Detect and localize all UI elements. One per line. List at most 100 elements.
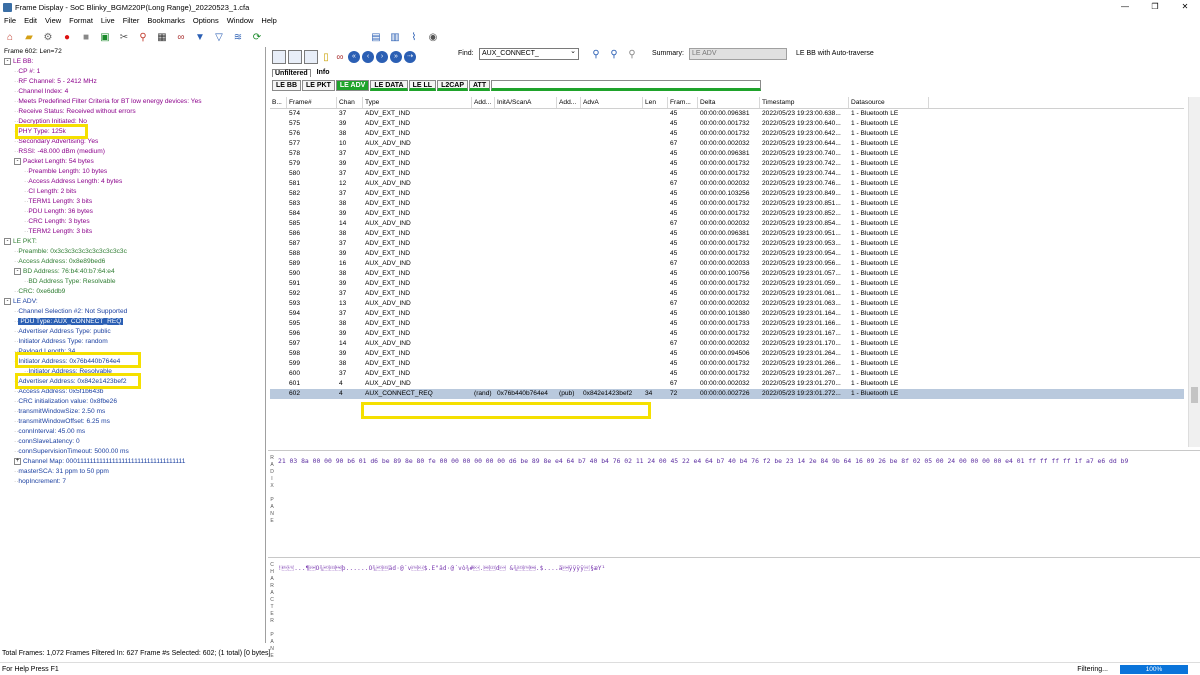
table-icon[interactable]: ▦ <box>154 29 170 45</box>
pane-layout-2-icon[interactable] <box>288 50 302 64</box>
table-row[interactable]: 588 39 ADV_EXT_IND 45 00:00:00.001732 2022/05… <box>270 249 1184 259</box>
tree-node[interactable]: ··Channel Selection #2: Not Supported <box>2 307 263 317</box>
menu-live[interactable]: Live <box>101 16 115 25</box>
tree-node[interactable]: ··PDU Length: 36 bytes <box>2 207 263 217</box>
book-icon[interactable]: ▤ <box>368 29 384 45</box>
tree-node[interactable]: ··Channel Index: 4 <box>2 87 263 97</box>
column-header[interactable]: B... <box>270 97 287 108</box>
lock-icon[interactable]: ▯ <box>320 49 332 65</box>
tab-le-pkt[interactable]: LE PKT <box>302 80 335 91</box>
tree-node[interactable]: ··connInterval: 45.00 ms <box>2 427 263 437</box>
tab-info[interactable]: Info <box>317 69 330 77</box>
table-row[interactable]: 585 14 AUX_ADV_IND 67 00:00:00.002032 2022/05… <box>270 219 1184 229</box>
tab-le-adv[interactable]: LE ADV <box>335 80 370 91</box>
tree-node[interactable]: ··CRC Length: 3 bytes <box>2 217 263 227</box>
home-icon[interactable]: ⌂ <box>2 29 18 45</box>
menu-edit[interactable]: Edit <box>24 16 37 25</box>
tree-node[interactable]: ··RF Channel: 5 - 2412 MHz <box>2 77 263 87</box>
tree-node[interactable]: ··CRC: 0xe6ddb9 <box>2 287 263 297</box>
stop-icon[interactable]: ■ <box>78 29 94 45</box>
menu-options[interactable]: Options <box>193 16 219 25</box>
settings-icon[interactable]: ⚙ <box>40 29 56 45</box>
first-frame-icon[interactable]: « <box>348 51 360 63</box>
table-row[interactable]: 578 37 ADV_EXT_IND 45 00:00:00.096381 2022/05… <box>270 149 1184 159</box>
tree-node[interactable]: ··hopIncrement: 7 <box>2 477 263 487</box>
table-row[interactable]: 600 37 ADV_EXT_IND 45 00:00:00.001732 2022/05… <box>270 369 1184 379</box>
frame-table[interactable]: B... Frame# Chan Type Add... InitA/ScanA Add..… <box>270 97 1184 447</box>
column-header[interactable]: Chan <box>337 97 363 108</box>
column-header[interactable]: AdvA <box>581 97 643 108</box>
table-row[interactable]: 594 37 ADV_EXT_IND 45 00:00:00.101380 2022/05… <box>270 309 1184 319</box>
table-row[interactable]: 575 39 ADV_EXT_IND 45 00:00:00.001732 2022/05… <box>270 119 1184 129</box>
tree-node[interactable]: ··connSupervisionTimeout: 5000.00 ms <box>2 447 263 457</box>
column-header[interactable]: Add... <box>472 97 495 108</box>
tree-node[interactable]: ··transmitWindowOffset: 6.25 ms <box>2 417 263 427</box>
tab-le-bb[interactable]: LE BB <box>272 80 301 91</box>
table-row[interactable]: 592 37 ADV_EXT_IND 45 00:00:00.001732 2022/05… <box>270 289 1184 299</box>
line-chart-icon[interactable]: ⌇ <box>406 29 422 45</box>
pane-divider-2[interactable] <box>268 557 1200 558</box>
summary-dropdown[interactable]: LE ADV <box>689 48 787 60</box>
table-row[interactable]: 577 10 AUX_ADV_IND 67 00:00:00.002032 2022/05… <box>270 139 1184 149</box>
tree-node[interactable]: ··Meets Predefined Filter Criteria for B… <box>2 97 263 107</box>
tree-node[interactable]: + Channel Map: 00011111111111111111111111… <box>2 457 263 467</box>
table-row[interactable]: 589 16 AUX_ADV_IND 67 00:00:00.002033 2022/05… <box>270 259 1184 269</box>
binoculars-icon[interactable]: ∞ <box>173 29 189 45</box>
expand-icon[interactable]: + <box>14 457 21 465</box>
layers-icon[interactable]: ≋ <box>230 29 246 45</box>
table-row[interactable]: 596 39 ADV_EXT_IND 45 00:00:00.001732 2022/05… <box>270 329 1184 339</box>
filter-clear-icon[interactable]: ▽ <box>211 29 227 45</box>
tab-unfiltered[interactable]: Unfiltered <box>272 69 311 77</box>
table-row[interactable]: 591 39 ADV_EXT_IND 45 00:00:00.001732 2022/05… <box>270 279 1184 289</box>
column-header[interactable]: InitA/ScanA <box>495 97 557 108</box>
close-button[interactable]: ✕ <box>1170 0 1200 14</box>
save-icon[interactable]: ▣ <box>97 29 113 45</box>
tree-node[interactable]: Frame 602: Len=72 <box>2 47 263 57</box>
scrollbar-thumb[interactable] <box>1191 387 1198 403</box>
tab-le-ll[interactable]: LE LL <box>408 80 437 91</box>
column-header[interactable]: Datasource <box>849 97 929 108</box>
character-pane[interactable]: !...¶Ö¾þ......Ö¾äd·@´v$.E"äd·@… <box>278 565 1188 572</box>
tab-l2cap[interactable]: L2CAP <box>437 80 469 91</box>
table-row[interactable]: 581 12 AUX_ADV_IND 67 00:00:00.002032 2022/05… <box>270 179 1184 189</box>
table-row[interactable]: 590 38 ADV_EXT_IND 45 00:00:00.100756 2022/05… <box>270 269 1184 279</box>
table-row[interactable]: 586 38 ADV_EXT_IND 45 00:00:00.096381 2022/05… <box>270 229 1184 239</box>
record-icon[interactable]: ● <box>59 29 75 45</box>
pane-divider[interactable] <box>268 450 1200 451</box>
refresh-icon[interactable]: ⟳ <box>249 29 265 45</box>
table-row[interactable]: 595 38 ADV_EXT_IND 45 00:00:00.001733 2022/05… <box>270 319 1184 329</box>
search-next-icon[interactable]: ⚲ <box>606 46 622 62</box>
tree-node[interactable]: - LE ADV: <box>2 297 263 307</box>
table-row[interactable]: 587 37 ADV_EXT_IND 45 00:00:00.001732 2022/05… <box>270 239 1184 249</box>
tree-node[interactable]: ··Advertiser Address Type: public <box>2 327 263 337</box>
table-row[interactable]: 593 13 AUX_ADV_IND 67 00:00:00.002032 2022/05… <box>270 299 1184 309</box>
tree-node[interactable]: ··CP #: 1 <box>2 67 263 77</box>
column-header[interactable]: Fram... <box>668 97 698 108</box>
table-row[interactable]: 582 37 ADV_EXT_IND 45 00:00:00.103256 2022/05… <box>270 189 1184 199</box>
menu-filter[interactable]: Filter <box>123 16 140 25</box>
tree-node[interactable]: ··Initiator Address Type: random <box>2 337 263 347</box>
minimize-button[interactable]: — <box>1110 0 1140 14</box>
tree-node[interactable]: - Packet Length: 54 bytes <box>2 157 263 167</box>
tree-node[interactable]: ··TERM2 Length: 3 bits <box>2 227 263 237</box>
tree-node[interactable]: - LE PKT: <box>2 237 263 247</box>
tree-node[interactable]: ··BD Address Type: Resolvable <box>2 277 263 287</box>
menu-view[interactable]: View <box>45 16 61 25</box>
column-header[interactable]: Frame# <box>287 97 337 108</box>
tree-node[interactable]: ··CRC initialization value: 0x8fbe26 <box>2 397 263 407</box>
tree-node[interactable]: ··Access Address Length: 4 bytes <box>2 177 263 187</box>
table-row[interactable]: 601 4 AUX_ADV_IND 67 00:00:00.002032 2022/05/… <box>270 379 1184 389</box>
maximize-button[interactable]: ❐ <box>1140 0 1170 14</box>
find-next-icon[interactable]: ⇢ <box>404 51 416 63</box>
table-row[interactable]: 574 37 ADV_EXT_IND 45 00:00:00.096381 2022/05… <box>270 109 1184 119</box>
previous-frame-icon[interactable]: ‹ <box>362 51 374 63</box>
menu-format[interactable]: Format <box>69 16 93 25</box>
tree-node[interactable]: ·· PDU Type: AUX_CONNECT_REQ <box>2 317 263 327</box>
tab-att[interactable]: ATT <box>469 80 491 91</box>
tree-node[interactable]: ··Receive Status: Received without error… <box>2 107 263 117</box>
pane-layout-3-icon[interactable] <box>304 50 318 64</box>
next-frame-icon[interactable]: › <box>376 51 388 63</box>
menu-window[interactable]: Window <box>227 16 254 25</box>
table-row[interactable]: 579 39 ADV_EXT_IND 45 00:00:00.001732 2022/05… <box>270 159 1184 169</box>
tree-node[interactable]: ··Preamble Length: 10 bytes <box>2 167 263 177</box>
